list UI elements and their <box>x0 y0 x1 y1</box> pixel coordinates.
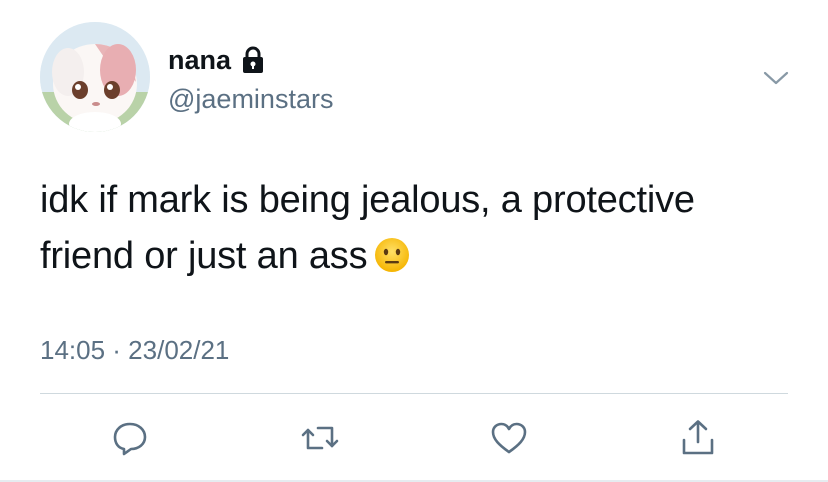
tweet-text: idk if mark is being jealous, a protecti… <box>40 172 780 284</box>
user-handle[interactable]: @jaeminstars <box>168 82 333 116</box>
reply-button[interactable] <box>108 418 152 458</box>
lock-icon <box>241 46 265 74</box>
tweet-card: nana @jaeminstars idk if mark is being j… <box>0 0 828 482</box>
retweet-icon <box>301 426 339 450</box>
reply-icon <box>113 422 147 456</box>
timestamp[interactable]: 14:05 · 23/02/21 <box>40 333 229 367</box>
like-button[interactable] <box>487 418 531 458</box>
tweet-body: idk if mark is being jealous, a protecti… <box>40 179 695 277</box>
heart-icon <box>491 422 527 454</box>
display-name[interactable]: nana <box>168 44 231 76</box>
chevron-down-icon[interactable] <box>760 64 792 92</box>
avatar[interactable] <box>40 22 150 132</box>
neutral-face-emoji <box>373 234 411 272</box>
share-icon <box>682 420 714 455</box>
name-row: nana <box>168 44 265 76</box>
divider <box>40 393 788 394</box>
avatar-image <box>40 22 150 132</box>
share-button[interactable] <box>676 418 720 458</box>
retweet-button[interactable] <box>298 418 342 458</box>
